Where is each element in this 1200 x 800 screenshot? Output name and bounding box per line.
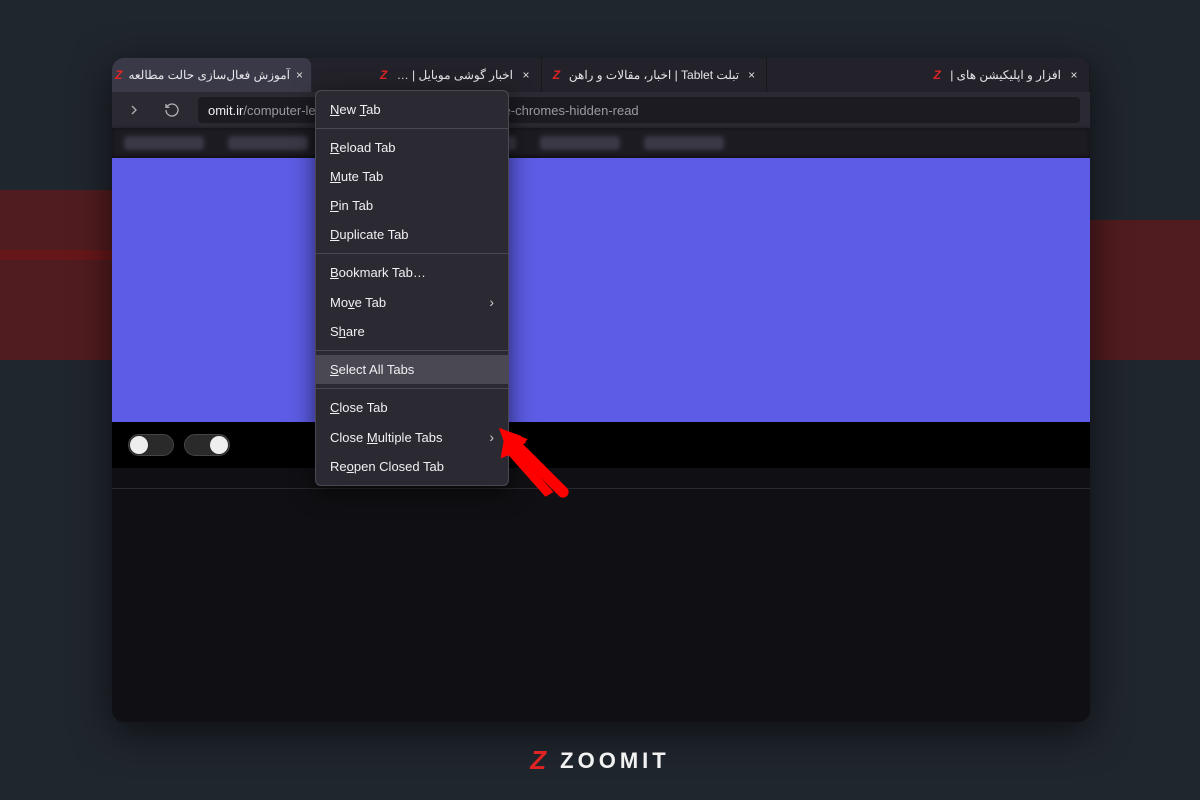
menu-select-all-tabs[interactable]: Select All Tabs: [316, 355, 508, 384]
divider: [112, 488, 1090, 489]
menu-new-tab[interactable]: New Tab: [316, 95, 508, 124]
menu-close-multiple-tabs[interactable]: Close Multiple Tabs›: [316, 422, 508, 452]
menu-share[interactable]: Share: [316, 317, 508, 346]
zoomit-z-icon: Z: [530, 745, 550, 776]
tab[interactable]: × اخبار گوشی موبایل | … Z: [312, 58, 542, 92]
browser-window: × آموزش فعال‌سازی حالت مطالعه Z × اخبار …: [112, 58, 1090, 722]
brand-logo: Z ZOOMIT: [0, 745, 1200, 776]
reload-button[interactable]: [160, 98, 184, 122]
menu-mute-tab[interactable]: Mute Tab: [316, 162, 508, 191]
url-host: omit.ir: [208, 103, 243, 118]
close-icon[interactable]: ×: [296, 68, 303, 82]
chevron-right-icon: ›: [489, 294, 494, 310]
menu-pin-tab[interactable]: Pin Tab: [316, 191, 508, 220]
forward-button[interactable]: [122, 98, 146, 122]
toolbar: omit.ir/computer-learning/337783-how-to-…: [112, 92, 1090, 128]
menu-separator: [316, 128, 508, 129]
bookmarks-bar: [112, 128, 1090, 158]
page-hero: [112, 158, 1090, 422]
menu-reload-tab[interactable]: Reload Tab: [316, 133, 508, 162]
tab-title: آموزش فعال‌سازی حالت مطالعه: [128, 68, 290, 82]
annotation-arrow: [494, 428, 584, 508]
menu-move-tab[interactable]: Move Tab›: [316, 287, 508, 317]
theme-toggle-dark[interactable]: [128, 434, 174, 456]
tab-context-menu: New Tab Reload Tab Mute Tab Pin Tab Dupl…: [315, 90, 509, 486]
menu-duplicate-tab[interactable]: Duplicate Tab: [316, 220, 508, 249]
page-controls-strip: [112, 422, 1090, 468]
close-icon[interactable]: ×: [745, 68, 758, 82]
favicon-z-icon: Z: [930, 68, 944, 82]
menu-reopen-closed-tab[interactable]: Reopen Closed Tab: [316, 452, 508, 481]
menu-separator: [316, 253, 508, 254]
tab[interactable]: × افزار و اپلیکیشن های | Z: [767, 58, 1090, 92]
tab-strip: × آموزش فعال‌سازی حالت مطالعه Z × اخبار …: [112, 58, 1090, 92]
tab-active[interactable]: × آموزش فعال‌سازی حالت مطالعه Z: [112, 58, 312, 92]
favicon-z-icon: Z: [377, 68, 391, 82]
menu-bookmark-tab[interactable]: Bookmark Tab…: [316, 258, 508, 287]
close-icon[interactable]: ×: [1067, 68, 1081, 82]
menu-close-tab[interactable]: Close Tab: [316, 393, 508, 422]
page-content: [112, 158, 1090, 722]
tab[interactable]: × تبلت Tablet | اخبار، مقالات و راهن Z: [542, 58, 767, 92]
favicon-z-icon: Z: [115, 68, 122, 82]
theme-toggle-auto[interactable]: [184, 434, 230, 456]
tab-title: افزار و اپلیکیشن های |: [950, 68, 1061, 82]
brand-text: ZOOMIT: [560, 748, 670, 774]
close-icon[interactable]: ×: [519, 68, 533, 82]
tab-title: تبلت Tablet | اخبار، مقالات و راهن: [569, 68, 739, 82]
menu-separator: [316, 388, 508, 389]
menu-separator: [316, 350, 508, 351]
tab-title: اخبار گوشی موبایل | …: [397, 68, 513, 82]
favicon-z-icon: Z: [550, 68, 563, 82]
